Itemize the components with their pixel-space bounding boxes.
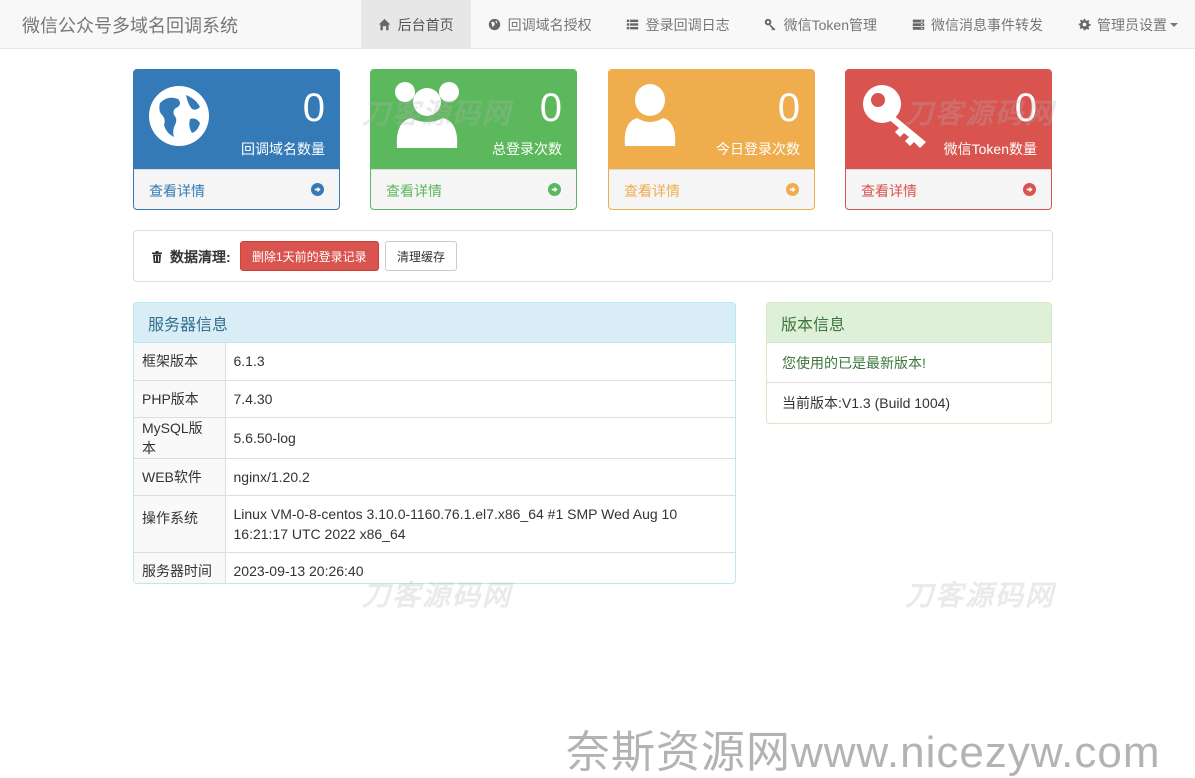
stat-panel-domains: 0 回调域名数量 查看详情: [133, 69, 340, 210]
server-icon: [911, 18, 925, 32]
nav-item-admin-settings[interactable]: 管理员设置: [1060, 0, 1195, 49]
view-details-link[interactable]: 查看详情: [609, 169, 814, 209]
server-info-title: 服务器信息: [134, 303, 735, 343]
view-details-link[interactable]: 查看详情: [846, 169, 1051, 209]
watermark-text: 刀客源码网: [905, 98, 1056, 129]
nav-item-event-forward[interactable]: 微信消息事件转发: [894, 0, 1060, 49]
globe-icon: [488, 18, 502, 32]
stat-panel-tokens: 0 微信Token数量 查看详情: [845, 69, 1052, 210]
server-info-panel: 服务器信息 框架版本 6.1.3 PHP版本 7.4.30 MySQL版本 5.…: [133, 302, 736, 584]
arrow-right-circle-icon: [786, 183, 799, 196]
stat-panel-today-logins: 0 今日登录次数 查看详情: [608, 69, 815, 210]
view-details-label: 查看详情: [149, 183, 205, 199]
row-value: nginx/1.20.2: [225, 457, 735, 495]
main-nav: 后台首页 回调域名授权 登录回调日志 微信Token管理 微信消息事件转发 管理…: [360, 0, 1195, 49]
row-value: 6.1.3: [233, 353, 265, 370]
stat-panel-header: 0 今日登录次数: [609, 70, 814, 169]
row-key: MySQL版本: [134, 416, 226, 458]
row-key: 操作系统: [134, 494, 226, 552]
watermark-text: 刀客源码网: [362, 98, 513, 129]
version-info-panel: 版本信息 您使用的已是最新版本! 当前版本:V1.3 (Build 1004): [766, 302, 1052, 424]
list-icon: [626, 18, 640, 32]
data-cleanup-panel: 数据清理: 删除1天前的登录记录 清理缓存: [133, 230, 1053, 282]
row-key: 服务器时间: [134, 551, 226, 583]
home-icon: [378, 18, 392, 32]
version-info-title: 版本信息: [767, 303, 1051, 343]
table-row: WEB软件 nginx/1.20.2: [134, 457, 735, 495]
nav-item-label: 微信消息事件转发: [931, 16, 1043, 33]
row-key: WEB软件: [134, 457, 226, 495]
nav-item-label: 后台首页: [397, 16, 454, 33]
nav-item-label: 回调域名授权: [507, 16, 592, 33]
top-navbar: 微信公众号多域名回调系统 后台首页 回调域名授权 登录回调日志 微信Token管…: [0, 0, 1195, 49]
nav-item-domain-auth[interactable]: 回调域名授权: [471, 0, 609, 49]
server-info-table: 框架版本 6.1.3 PHP版本 7.4.30 MySQL版本 5.6.50-l…: [134, 343, 735, 583]
table-row: PHP版本 7.4.30: [134, 379, 735, 417]
clear-cache-button[interactable]: 清理缓存: [385, 241, 458, 271]
current-version: 当前版本:V1.3 (Build 1004): [782, 395, 951, 411]
data-cleanup-label: 数据清理:: [151, 247, 231, 267]
caret-down-icon: [1170, 22, 1178, 27]
watermark-text: 刀客源码网: [905, 580, 1056, 611]
footer-watermark: 奈斯资源网www.nicezyw.com: [566, 728, 1161, 777]
user-icon: [624, 84, 676, 146]
stat-label: 回调域名数量: [241, 141, 325, 157]
version-status: 您使用的已是最新版本!: [767, 343, 1051, 383]
stat-label: 总登录次数: [492, 141, 562, 157]
arrow-right-circle-icon: [1023, 183, 1036, 196]
view-details-label: 查看详情: [386, 183, 442, 199]
row-value: 7.4.30: [225, 379, 735, 417]
brand-title[interactable]: 微信公众号多域名回调系统: [22, 12, 238, 38]
stat-label: 今日登录次数: [716, 141, 800, 157]
table-row: 框架版本 6.1.3: [134, 343, 735, 380]
stat-value: 0: [777, 86, 800, 130]
nav-item-label: 管理员设置: [1097, 16, 1167, 33]
table-row: 操作系统 Linux VM-0-8-centos 3.10.0-1160.76.…: [134, 494, 735, 552]
stat-value: 0: [539, 86, 562, 130]
view-details-label: 查看详情: [624, 183, 680, 199]
watermark-text: 刀客源码网: [362, 580, 513, 611]
globe-icon: [149, 86, 209, 146]
row-value: Linux VM-0-8-centos 3.10.0-1160.76.1.el7…: [225, 494, 735, 552]
nav-item-token-manage[interactable]: 微信Token管理: [747, 0, 894, 49]
table-row: MySQL版本 5.6.50-log: [134, 416, 735, 458]
stat-label: 微信Token数量: [943, 141, 1037, 157]
row-key: PHP版本: [134, 379, 226, 417]
stat-panel-header: 0 回调域名数量: [134, 70, 339, 169]
row-value: 5.6.50-log: [225, 416, 735, 458]
nav-item-login-log[interactable]: 登录回调日志: [609, 0, 747, 49]
delete-login-records-button[interactable]: 删除1天前的登录记录: [240, 241, 379, 271]
data-cleanup-text: 数据清理:: [170, 249, 231, 265]
trash-icon: [152, 251, 162, 263]
gear-icon: [1077, 18, 1091, 32]
stat-panel-total-logins: 0 总登录次数 查看详情: [370, 69, 577, 210]
nav-item-label: 登录回调日志: [645, 16, 730, 33]
nav-item-dashboard[interactable]: 后台首页: [360, 0, 471, 49]
nav-item-label: 微信Token管理: [783, 16, 877, 33]
arrow-right-circle-icon: [311, 183, 324, 196]
view-details-link[interactable]: 查看详情: [371, 169, 576, 209]
row-key: 框架版本: [134, 343, 226, 380]
stat-value: 0: [302, 86, 325, 130]
key-icon: [764, 18, 778, 32]
view-details-link[interactable]: 查看详情: [134, 169, 339, 209]
view-details-label: 查看详情: [861, 183, 917, 199]
arrow-right-circle-icon: [548, 183, 561, 196]
